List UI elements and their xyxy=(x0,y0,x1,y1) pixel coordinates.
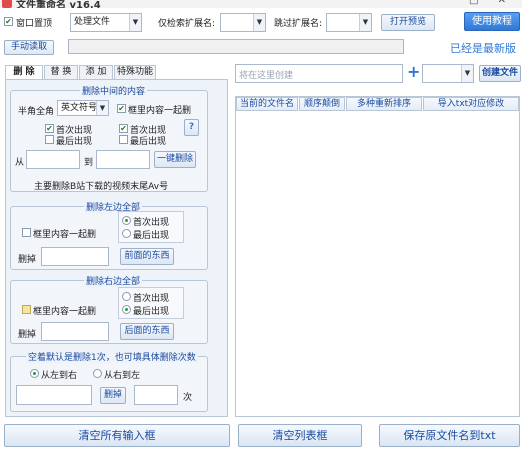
times-label: 次 xyxy=(183,393,193,403)
chevron-down-icon: ▼ xyxy=(253,14,265,31)
chevron-down-icon: ▼ xyxy=(129,14,141,31)
tab-delete[interactable]: 删 除 xyxy=(5,65,43,80)
delete-left-frame-label: 框里内容一起删 xyxy=(33,230,97,240)
tutorial-button[interactable]: 使用教程 xyxy=(464,12,520,31)
char-type-value: 英文符号 xyxy=(61,103,98,113)
help-button[interactable]: ? xyxy=(184,119,199,136)
right-to-left-radio[interactable] xyxy=(93,369,102,378)
mode-select[interactable]: 处理文件 ▼ xyxy=(70,13,142,32)
delete-right-first-label: 首次出现 xyxy=(133,294,170,304)
chevron-down-icon: ▼ xyxy=(359,14,371,31)
delete-right-input[interactable] xyxy=(41,322,109,341)
delete-right-remove-label: 删掉 xyxy=(18,330,37,340)
skip-ext-select[interactable]: ▼ xyxy=(326,13,372,32)
multi-sort-button[interactable]: 多种重新排序 xyxy=(346,97,422,111)
width-label: 半角全角 xyxy=(18,107,55,117)
delete-left-first-label: 首次出现 xyxy=(133,218,170,228)
frame-content-label: 框里内容一起删 xyxy=(128,106,192,116)
delete-left-remove-label: 删掉 xyxy=(18,255,37,265)
delete-middle-title: 删除中间的内容 xyxy=(80,84,148,97)
create-name-input[interactable]: 将在这里创建 xyxy=(235,64,403,83)
window-controls[interactable]: ─ □ ✕ xyxy=(444,0,514,6)
extension-select[interactable]: ▼ xyxy=(422,64,474,83)
create-file-button[interactable]: 创建文件 xyxy=(479,65,521,82)
window-title: 文件重命名 v16.4 xyxy=(16,0,101,8)
left-last-checkbox[interactable] xyxy=(45,135,54,144)
one-click-delete-button[interactable]: 一键删除 xyxy=(154,151,196,168)
create-name-placeholder: 将在这里创建 xyxy=(239,71,294,81)
column-current-name[interactable]: 当前的文件名 xyxy=(236,97,298,111)
char-type-select[interactable]: 英文符号 ▼ xyxy=(57,100,109,116)
delete-left-button[interactable]: 前面的东西 xyxy=(120,248,174,265)
delete-left-frame-checkbox[interactable] xyxy=(22,228,31,237)
delete-count-title: 空着默认是删除1次，也可填具体删除次数 xyxy=(26,350,198,363)
from-label: 从 xyxy=(15,158,25,168)
to-input[interactable] xyxy=(96,150,150,169)
av-note: 主要删除B站下载的视频末尾Av号 xyxy=(34,182,169,192)
left-first-checkbox[interactable] xyxy=(45,124,54,133)
chevron-down-icon: ▼ xyxy=(96,101,108,115)
left-to-right-label: 从左到右 xyxy=(41,371,78,381)
delete-left-input[interactable] xyxy=(41,247,109,266)
tab-replace[interactable]: 替 换 xyxy=(44,65,78,79)
delete-count-button[interactable]: 删掉 xyxy=(100,387,126,404)
delete-left-last-label: 最后出现 xyxy=(133,231,170,241)
manual-read-button[interactable]: 手动读取 xyxy=(4,40,54,55)
path-display xyxy=(68,39,404,54)
pin-window-label: 窗口置顶 xyxy=(16,19,53,29)
save-names-button[interactable]: 保存原文件名到txt xyxy=(379,424,520,447)
right-last-checkbox[interactable] xyxy=(119,135,128,144)
clear-list-button[interactable]: 清空列表框 xyxy=(238,424,362,447)
right-last-label: 最后出现 xyxy=(130,137,167,147)
import-txt-button[interactable]: 导入txt对应修改 xyxy=(423,97,519,111)
delete-right-frame-label: 框里内容一起删 xyxy=(33,307,97,317)
file-list[interactable] xyxy=(235,96,520,417)
delete-times-input[interactable] xyxy=(134,385,178,405)
delete-right-button[interactable]: 后面的东西 xyxy=(120,323,174,340)
chevron-down-icon: ▼ xyxy=(461,65,473,82)
frame-content-checkbox[interactable] xyxy=(117,104,126,113)
pin-window-checkbox[interactable] xyxy=(4,17,13,26)
delete-left-first-radio[interactable] xyxy=(122,216,131,225)
delete-right-title: 删除右边全部 xyxy=(84,274,143,287)
app-icon xyxy=(2,0,12,8)
to-label: 到 xyxy=(84,158,94,168)
delete-left-last-radio[interactable] xyxy=(122,229,131,238)
mode-select-value: 处理文件 xyxy=(74,17,111,27)
delete-count-text-input[interactable] xyxy=(16,385,92,405)
version-status: 已经是最新版 xyxy=(450,42,516,55)
clear-inputs-button[interactable]: 清空所有输入框 xyxy=(4,424,230,447)
right-to-left-label: 从右到左 xyxy=(104,371,141,381)
left-last-label: 最后出现 xyxy=(56,137,93,147)
from-input[interactable] xyxy=(26,150,80,169)
plus-icon: + xyxy=(407,62,421,81)
delete-right-last-label: 最后出现 xyxy=(133,307,170,317)
only-ext-label: 仅检索扩展名: xyxy=(158,19,216,29)
title-bar: 文件重命名 v16.4 ─ □ ✕ xyxy=(0,0,522,8)
open-preview-button[interactable]: 打开预览 xyxy=(381,14,435,31)
tab-special[interactable]: 特殊功能 xyxy=(114,65,156,79)
skip-ext-label: 跳过扩展名: xyxy=(274,19,323,29)
right-first-checkbox[interactable] xyxy=(119,124,128,133)
delete-right-first-radio[interactable] xyxy=(122,292,131,301)
delete-right-frame-checkbox[interactable] xyxy=(22,305,31,314)
left-to-right-radio[interactable] xyxy=(30,369,39,378)
only-ext-select[interactable]: ▼ xyxy=(220,13,266,32)
reverse-order-button[interactable]: 顺序颠倒 xyxy=(299,97,345,111)
tab-add[interactable]: 添 加 xyxy=(79,65,113,79)
delete-right-last-radio[interactable] xyxy=(122,305,131,314)
